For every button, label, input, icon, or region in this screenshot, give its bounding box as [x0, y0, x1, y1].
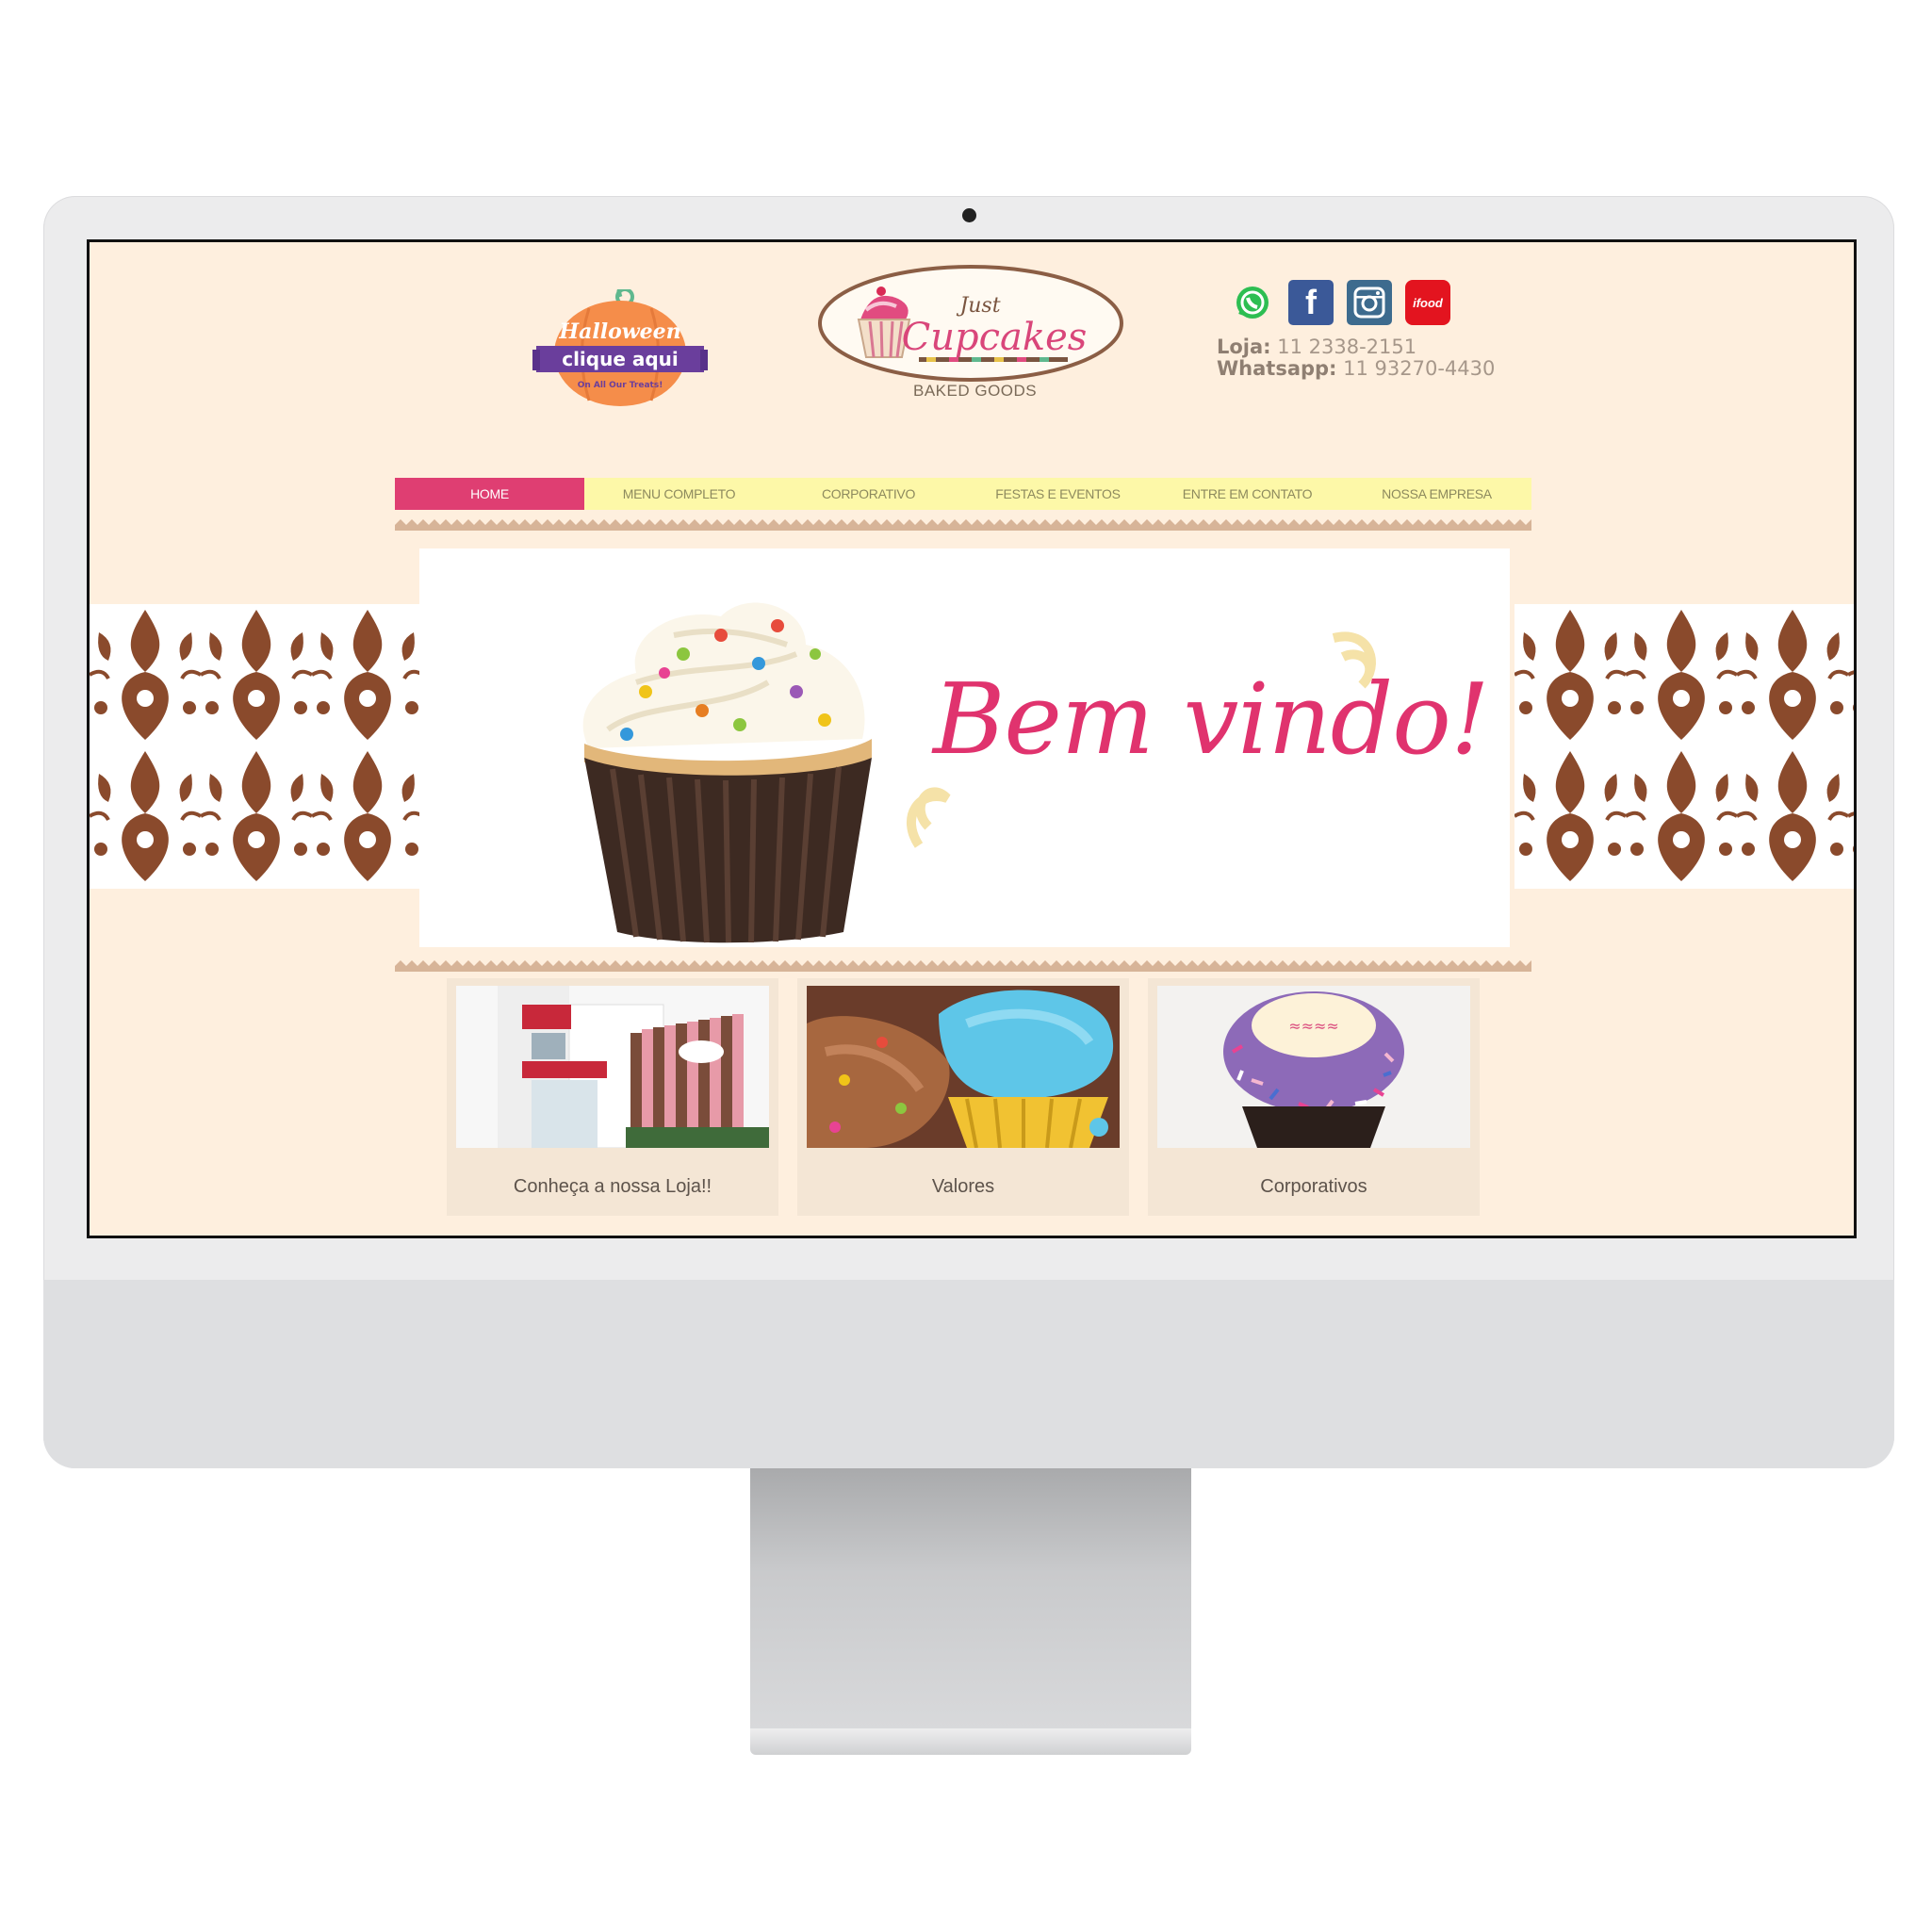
logo-tagline: BAKED GOODS: [913, 382, 1038, 400]
whatsapp-icon[interactable]: [1230, 280, 1275, 325]
social-links: f ifood: [1230, 280, 1450, 325]
halloween-promo-badge[interactable]: Halloween clique aqui On All Our Treats!: [532, 289, 708, 414]
corporate-cupcake-photo: ≈≈≈≈: [1157, 986, 1470, 1148]
logo-top-text: Just: [956, 294, 1000, 318]
cupcakes-photo: [807, 986, 1120, 1148]
top-zigzag-border: [395, 519, 1531, 531]
card-caption: Valores: [931, 1176, 995, 1197]
monitor-stand-foot: [750, 1728, 1191, 1755]
promo-button-label[interactable]: clique aqui: [562, 348, 679, 370]
promo-title: Halloween: [558, 319, 680, 344]
nav-item-entre-em-contato[interactable]: ENTRE EM CONTATO: [1153, 478, 1342, 510]
monitor-stand: [750, 1468, 1191, 1728]
logo-stripe-bar: [919, 357, 1068, 362]
card-caption: Corporativos: [1260, 1176, 1367, 1197]
bottom-zigzag-border: [395, 960, 1531, 972]
monitor-chin: [43, 1280, 1894, 1468]
promo-subtitle: On All Our Treats!: [578, 381, 663, 390]
store-phone-line: Loja: 11 2338-2151: [1217, 336, 1495, 358]
cupcake-image: [582, 602, 872, 943]
nav-item-corporativo[interactable]: CORPORATIVO: [774, 478, 963, 510]
website-screen: Halloween clique aqui On All Our Treats!…: [87, 239, 1857, 1238]
card-caption: Conheça a nossa Loja!!: [513, 1176, 712, 1197]
card-loja[interactable]: Conheça a nossa Loja!!: [447, 978, 778, 1216]
card-corporativos[interactable]: ≈≈≈≈ Corporativos: [1148, 978, 1480, 1216]
whatsapp-phone-label: Whatsapp:: [1217, 357, 1337, 380]
whatsapp-phone-line: Whatsapp: 11 93270-4430: [1217, 358, 1495, 380]
nav-item-festas-e-eventos[interactable]: FESTAS E EVENTOS: [963, 478, 1153, 510]
nav-item-home[interactable]: HOME: [395, 478, 584, 510]
store-phone-label: Loja:: [1217, 336, 1271, 358]
camera-icon: [962, 208, 976, 222]
nav-item-menu-completo[interactable]: MENU COMPLETO: [584, 478, 774, 510]
card-valores[interactable]: Valores: [797, 978, 1129, 1216]
contact-info: Loja: 11 2338-2151 Whatsapp: 11 93270-44…: [1217, 336, 1495, 380]
svg-text:≈≈≈≈: ≈≈≈≈: [1288, 1017, 1339, 1035]
damask-pattern-right: [1514, 604, 1854, 889]
hero-banner: Bem vindo!: [419, 548, 1510, 947]
store-phone: 11 2338-2151: [1277, 336, 1417, 358]
store-photo: [456, 986, 769, 1148]
logo-main-text: Cupcakes: [902, 316, 1088, 359]
nav-item-nossa-empresa[interactable]: NOSSA EMPRESA: [1342, 478, 1531, 510]
main-nav: HOME MENU COMPLETO CORPORATIVO FESTAS E …: [395, 478, 1531, 510]
instagram-icon[interactable]: [1347, 280, 1392, 325]
welcome-text: Bem vindo!: [933, 662, 1490, 777]
whatsapp-phone: 11 93270-4430: [1343, 357, 1496, 380]
ifood-icon[interactable]: ifood: [1405, 280, 1450, 325]
damask-pattern-left: [90, 604, 419, 889]
facebook-icon[interactable]: f: [1288, 280, 1334, 325]
